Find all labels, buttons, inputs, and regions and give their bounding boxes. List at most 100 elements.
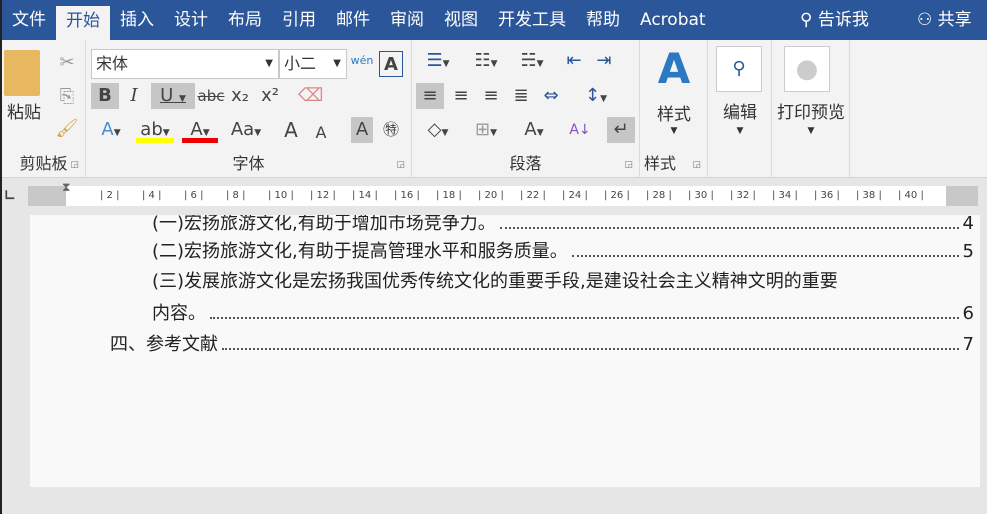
character-border-icon[interactable]: A (379, 51, 403, 77)
tab-file[interactable]: 文件 (2, 0, 56, 40)
cut-icon[interactable]: ✂ (54, 50, 80, 76)
font-color-button[interactable]: A▼ (182, 117, 218, 143)
underline-label: U (160, 85, 174, 106)
bold-button[interactable]: B (91, 83, 119, 109)
dialog-launcher-icon[interactable]: ◲ (692, 160, 701, 170)
justify-button[interactable]: ≣ (508, 83, 534, 109)
print-preview-button[interactable]: 打印预览 (772, 98, 850, 123)
ruler-tick-label: | 4 | (142, 190, 162, 201)
dialog-launcher-icon[interactable]: ◲ (70, 160, 79, 170)
tab-developer[interactable]: 开发工具 (488, 0, 576, 40)
align-left-button[interactable]: ≡ (416, 83, 444, 109)
circle-icon: ● (784, 46, 830, 92)
chevron-down-icon: ▼ (736, 126, 744, 136)
shrink-font-button[interactable]: A (310, 120, 332, 146)
indent-marker-icon[interactable]: ⧗ (62, 180, 70, 195)
tab-references[interactable]: 引用 (272, 0, 326, 40)
toc-entry[interactable]: (三)发展旅游文化是宏扬我国优秀传统文化的重要手段,是建设社会主义精神文明的重要 (152, 267, 974, 293)
ruler-tick-label: | 28 | (646, 190, 672, 201)
clear-formatting-icon[interactable]: ⌫ (298, 83, 323, 109)
ruler-tick-label: | 34 | (772, 190, 798, 201)
toc-text: (三)发展旅游文化是宏扬我国优秀传统文化的重要手段,是建设社会主义精神文明的重要 (152, 271, 838, 292)
tab-view[interactable]: 视图 (434, 0, 488, 40)
copy-icon[interactable]: ⎘ (54, 84, 80, 110)
toc-page: 4 (962, 215, 974, 234)
tab-help[interactable]: 帮助 (576, 0, 630, 40)
grow-font-button[interactable]: A (280, 117, 302, 143)
styles-button[interactable]: 样式 (640, 100, 708, 125)
borders-button[interactable]: ⊞▼ (466, 117, 506, 143)
tab-selector-icon[interactable]: ∟ (4, 188, 16, 204)
ruler-tick-label: | 8 | (226, 190, 246, 201)
character-shading-button[interactable]: A (351, 117, 373, 143)
tell-me-label: 告诉我 (817, 10, 869, 30)
multilevel-list-button[interactable]: ☵▼ (512, 48, 552, 74)
superscript-button[interactable]: x² (258, 83, 282, 109)
ruler-tick-label: | 40 | (898, 190, 924, 201)
tab-layout[interactable]: 布局 (218, 0, 272, 40)
paragraph-label: 段落 (509, 154, 542, 173)
shading-button[interactable]: ◇▼ (418, 117, 458, 143)
tab-review[interactable]: 审阅 (380, 0, 434, 40)
tell-me-button[interactable]: ⚲ 告诉我 (800, 0, 869, 40)
ruler-tick-label: | 26 | (604, 190, 630, 201)
status-area (2, 487, 987, 514)
line-spacing-button[interactable]: ↕▼ (576, 83, 616, 109)
document-page[interactable]: (一)宏扬旅游文化,有助于增加市场竞争力。 4 (二)宏扬旅游文化,有助于提高管理… (30, 215, 980, 487)
center-button[interactable]: ≡ (448, 83, 474, 109)
ruler-tick-label: | 10 | (268, 190, 294, 201)
asian-layout-button[interactable]: A▼ (516, 117, 552, 143)
ruler-tick-label: | 24 | (562, 190, 588, 201)
italic-button[interactable]: I (122, 83, 146, 109)
change-case-label: Aa (230, 119, 255, 140)
toc-page: 5 (962, 241, 974, 262)
decrease-indent-icon[interactable]: ⇤ (562, 48, 586, 74)
phonetic-guide-icon[interactable]: wén (350, 48, 374, 74)
enclose-characters-icon[interactable]: ㊕ (380, 117, 402, 143)
toc-entry[interactable]: (一)宏扬旅游文化,有助于增加市场竞争力。 4 (152, 215, 974, 235)
underline-button[interactable]: U ▼ (151, 83, 195, 109)
show-hide-marks-button[interactable]: ↵ (607, 117, 635, 143)
subscript-button[interactable]: x₂ (228, 83, 252, 109)
ruler-tick-label: | 36 | (814, 190, 840, 201)
distributed-icon[interactable]: ⇔ (538, 83, 564, 109)
font-size-select[interactable]: 小二 ▼ (279, 49, 347, 79)
dialog-launcher-icon[interactable]: ◲ (624, 160, 633, 170)
toc-entry[interactable]: (二)宏扬旅游文化,有助于提高管理水平和服务质量。 5 (152, 237, 974, 263)
share-label: 共享 (937, 10, 972, 30)
tab-insert[interactable]: 插入 (110, 0, 164, 40)
highlight-button[interactable]: ab▼ (136, 117, 174, 143)
strikethrough-button[interactable]: abc (196, 83, 226, 109)
tab-design[interactable]: 设计 (164, 0, 218, 40)
format-painter-icon[interactable]: 🖌 (54, 116, 80, 142)
dialog-launcher-icon[interactable]: ◲ (396, 160, 405, 170)
tab-acrobat[interactable]: Acrobat (630, 0, 716, 40)
sort-icon[interactable]: A↓ (568, 117, 592, 143)
tab-home[interactable]: 开始 (56, 6, 110, 40)
toc-entry[interactable]: 内容。 6 (152, 299, 974, 325)
editing-group: ⚲ 编辑 ▼ (708, 40, 772, 178)
bullets-button[interactable]: ☰▼ (418, 48, 458, 74)
paragraph-group: ☰▼ ☷▼ ☵▼ ⇤ ⇥ ≡ ≡ ≡ ≣ ⇔ ↕▼ ◇▼ ⊞▼ A▼ A↓ ↵ … (412, 40, 640, 178)
ribbon: 粘贴 ✂ ⎘ 🖌 剪贴板 ◲ 宋体 ▼ 小二 ▼ wén A B I U ▼ abc… (2, 40, 987, 178)
horizontal-ruler[interactable]: ∟ | 2 | | 4 | | 6 | | 8 | | 10 | | 12 | | 14 |… (2, 178, 987, 215)
user-icon: ⚇ (917, 10, 933, 30)
toc-text: 内容。 (152, 303, 206, 324)
text-effects-button[interactable]: A▼ (94, 117, 128, 143)
font-name-select[interactable]: 宋体 ▼ (91, 49, 279, 79)
increase-indent-icon[interactable]: ⇥ (592, 48, 616, 74)
numbering-button[interactable]: ☷▼ (466, 48, 506, 74)
font-size-value: 小二 (284, 54, 317, 73)
align-right-button[interactable]: ≡ (478, 83, 504, 109)
toc-text: (一)宏扬旅游文化,有助于增加市场竞争力。 (152, 215, 496, 234)
ruler-tick-label: | 14 | (352, 190, 378, 201)
paste-button[interactable]: 粘贴 (2, 98, 46, 123)
editing-button[interactable]: 编辑 (708, 98, 772, 123)
toc-entry[interactable]: 四、参考文献 7 (110, 330, 974, 356)
ruler-tick-label: | 6 | (184, 190, 204, 201)
change-case-button[interactable]: Aa▼ (226, 117, 266, 143)
tab-mailings[interactable]: 邮件 (326, 0, 380, 40)
print-preview-group: ● 打印预览 ▼ (772, 40, 850, 178)
share-button[interactable]: ⚇ 共享 (917, 0, 972, 40)
search-icon: ⚲ (716, 46, 762, 92)
